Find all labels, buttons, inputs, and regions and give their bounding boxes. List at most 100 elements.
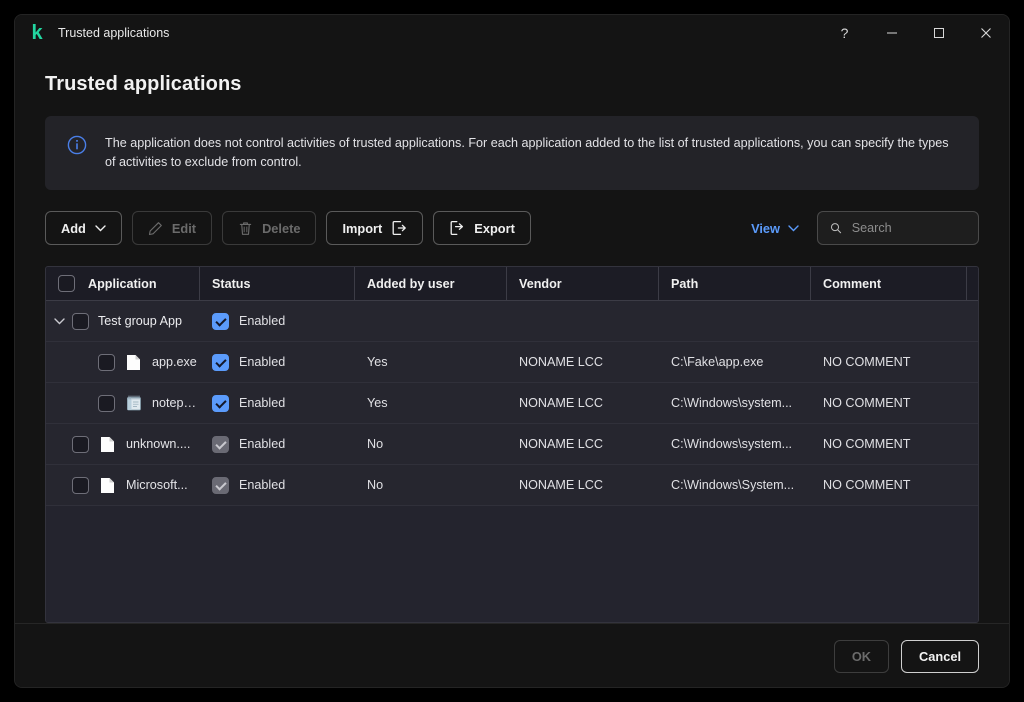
cell-added-by-user: No	[355, 465, 507, 505]
application-name: app.exe	[152, 355, 197, 369]
import-button-label: Import	[342, 221, 382, 236]
column-header-path[interactable]: Path	[659, 267, 811, 300]
help-button[interactable]: ?	[821, 15, 868, 51]
cell-comment: NO COMMENT	[811, 383, 967, 423]
cell-added-by-user: Yes	[355, 383, 507, 423]
table-row[interactable]: app.exe Enabled Yes NONAME LCCC:\Fake\app.e…	[46, 342, 978, 383]
export-button[interactable]: Export	[433, 211, 531, 245]
cell-extra	[967, 465, 979, 505]
comment-value: NO COMMENT	[823, 478, 910, 492]
delete-button-label: Delete	[262, 221, 300, 236]
table-row[interactable]: unknown.... Enabled No NONAME LCC C:\Windows…	[46, 424, 978, 465]
close-button[interactable]	[962, 15, 1009, 51]
info-banner: The application does not control activit…	[45, 116, 979, 190]
row-select-checkbox[interactable]	[72, 313, 89, 330]
cell-vendor: NONAME LCC	[507, 465, 659, 505]
cell-vendor: NONAME LCC	[507, 342, 659, 382]
delete-button[interactable]: Delete	[222, 211, 316, 245]
edit-button[interactable]: Edit	[132, 211, 212, 245]
status-checkbox[interactable]	[212, 313, 229, 330]
group-expander-icon[interactable]	[46, 318, 72, 325]
window-controls: ?	[821, 15, 1009, 51]
cell-application: notepa...	[46, 383, 200, 423]
column-header-extra[interactable]	[967, 267, 979, 300]
table-empty-space	[46, 506, 978, 622]
import-icon	[391, 220, 407, 236]
column-header-status-label: Status	[212, 277, 251, 291]
cell-extra	[967, 301, 979, 341]
cell-added-by-user: No	[355, 424, 507, 464]
table-row[interactable]: Test group App Enabled	[46, 301, 978, 342]
cell-extra	[967, 424, 979, 464]
import-button[interactable]: Import	[326, 211, 423, 245]
row-select-checkbox[interactable]	[98, 354, 115, 371]
export-icon	[449, 220, 465, 236]
search-input[interactable]	[852, 221, 966, 235]
trusted-applications-table: Application Status Added by user Vendor …	[45, 266, 979, 623]
ok-button[interactable]: OK	[834, 640, 889, 673]
application-name: notepa...	[152, 396, 200, 410]
maximize-button[interactable]	[915, 15, 962, 51]
table-body: Test group AppEnabledapp.exeEnabledYesNO…	[46, 301, 978, 506]
kaspersky-logo-icon: k	[27, 23, 47, 43]
cell-path: C:\Fake\app.exe	[659, 342, 811, 382]
column-header-path-label: Path	[671, 277, 698, 291]
path-value: C:\Windows\system...	[671, 396, 792, 410]
column-header-application[interactable]: Application	[46, 267, 200, 300]
row-select-checkbox[interactable]	[98, 395, 115, 412]
minimize-button[interactable]	[868, 15, 915, 51]
column-header-vendor[interactable]: Vendor	[507, 267, 659, 300]
cell-status: Enabled	[200, 465, 355, 505]
path-value: C:\Windows\system...	[671, 437, 792, 451]
search-box[interactable]	[817, 211, 979, 245]
page-title: Trusted applications	[45, 51, 979, 96]
cell-vendor: NONAME LCC	[507, 424, 659, 464]
view-dropdown[interactable]: View	[751, 221, 799, 236]
cell-application: Microsoft...	[46, 465, 200, 505]
cell-comment: NO COMMENT	[811, 424, 967, 464]
file-icon	[126, 354, 143, 371]
cell-status: Enabled	[200, 301, 355, 341]
table-row[interactable]: Microsoft...EnabledNoNONAME LCC C:\Window…	[46, 465, 978, 506]
row-select-checkbox[interactable]	[72, 477, 89, 494]
application-name: unknown....	[126, 437, 190, 451]
trash-icon	[238, 221, 253, 236]
cell-status: Enabled	[200, 342, 355, 382]
toolbar: Add Edit Delete Import	[45, 211, 979, 245]
path-value: C:\Windows\System...	[671, 478, 794, 492]
comment-value: NO COMMENT	[823, 355, 910, 369]
cell-vendor: NONAME LCC	[507, 383, 659, 423]
row-select-checkbox[interactable]	[72, 436, 89, 453]
column-header-vendor-label: Vendor	[519, 277, 562, 291]
edit-button-label: Edit	[172, 221, 196, 236]
status-label: Enabled	[239, 396, 285, 410]
added-by-user-value: Yes	[367, 355, 388, 369]
added-by-user-value: No	[367, 437, 383, 451]
status-checkbox[interactable]	[212, 354, 229, 371]
status-label: Enabled	[239, 355, 285, 369]
status-checkbox[interactable]	[212, 477, 229, 494]
cell-status: Enabled	[200, 383, 355, 423]
status-checkbox[interactable]	[212, 436, 229, 453]
cell-path: C:\Windows\System...	[659, 465, 811, 505]
cell-status: Enabled	[200, 424, 355, 464]
status-checkbox[interactable]	[212, 395, 229, 412]
column-header-comment[interactable]: Comment	[811, 267, 967, 300]
column-header-added-by-user[interactable]: Added by user	[355, 267, 507, 300]
cell-added-by-user	[355, 301, 507, 341]
cancel-button[interactable]: Cancel	[901, 640, 979, 673]
application-name: Test group App	[98, 314, 182, 328]
cell-extra	[967, 342, 979, 382]
window-title: Trusted applications	[58, 26, 169, 40]
column-header-status[interactable]: Status	[200, 267, 355, 300]
cell-path: C:\Windows\system...	[659, 383, 811, 423]
cell-vendor	[507, 301, 659, 341]
add-button[interactable]: Add	[45, 211, 122, 245]
select-all-checkbox[interactable]	[58, 275, 75, 292]
status-label: Enabled	[239, 437, 285, 451]
table-header-row: Application Status Added by user Vendor …	[46, 267, 978, 301]
status-label: Enabled	[239, 314, 285, 328]
table-row[interactable]: notepa... Enabled YesNONAME LCC C:\Windows\…	[46, 383, 978, 424]
column-header-comment-label: Comment	[823, 277, 881, 291]
export-button-label: Export	[474, 221, 515, 236]
